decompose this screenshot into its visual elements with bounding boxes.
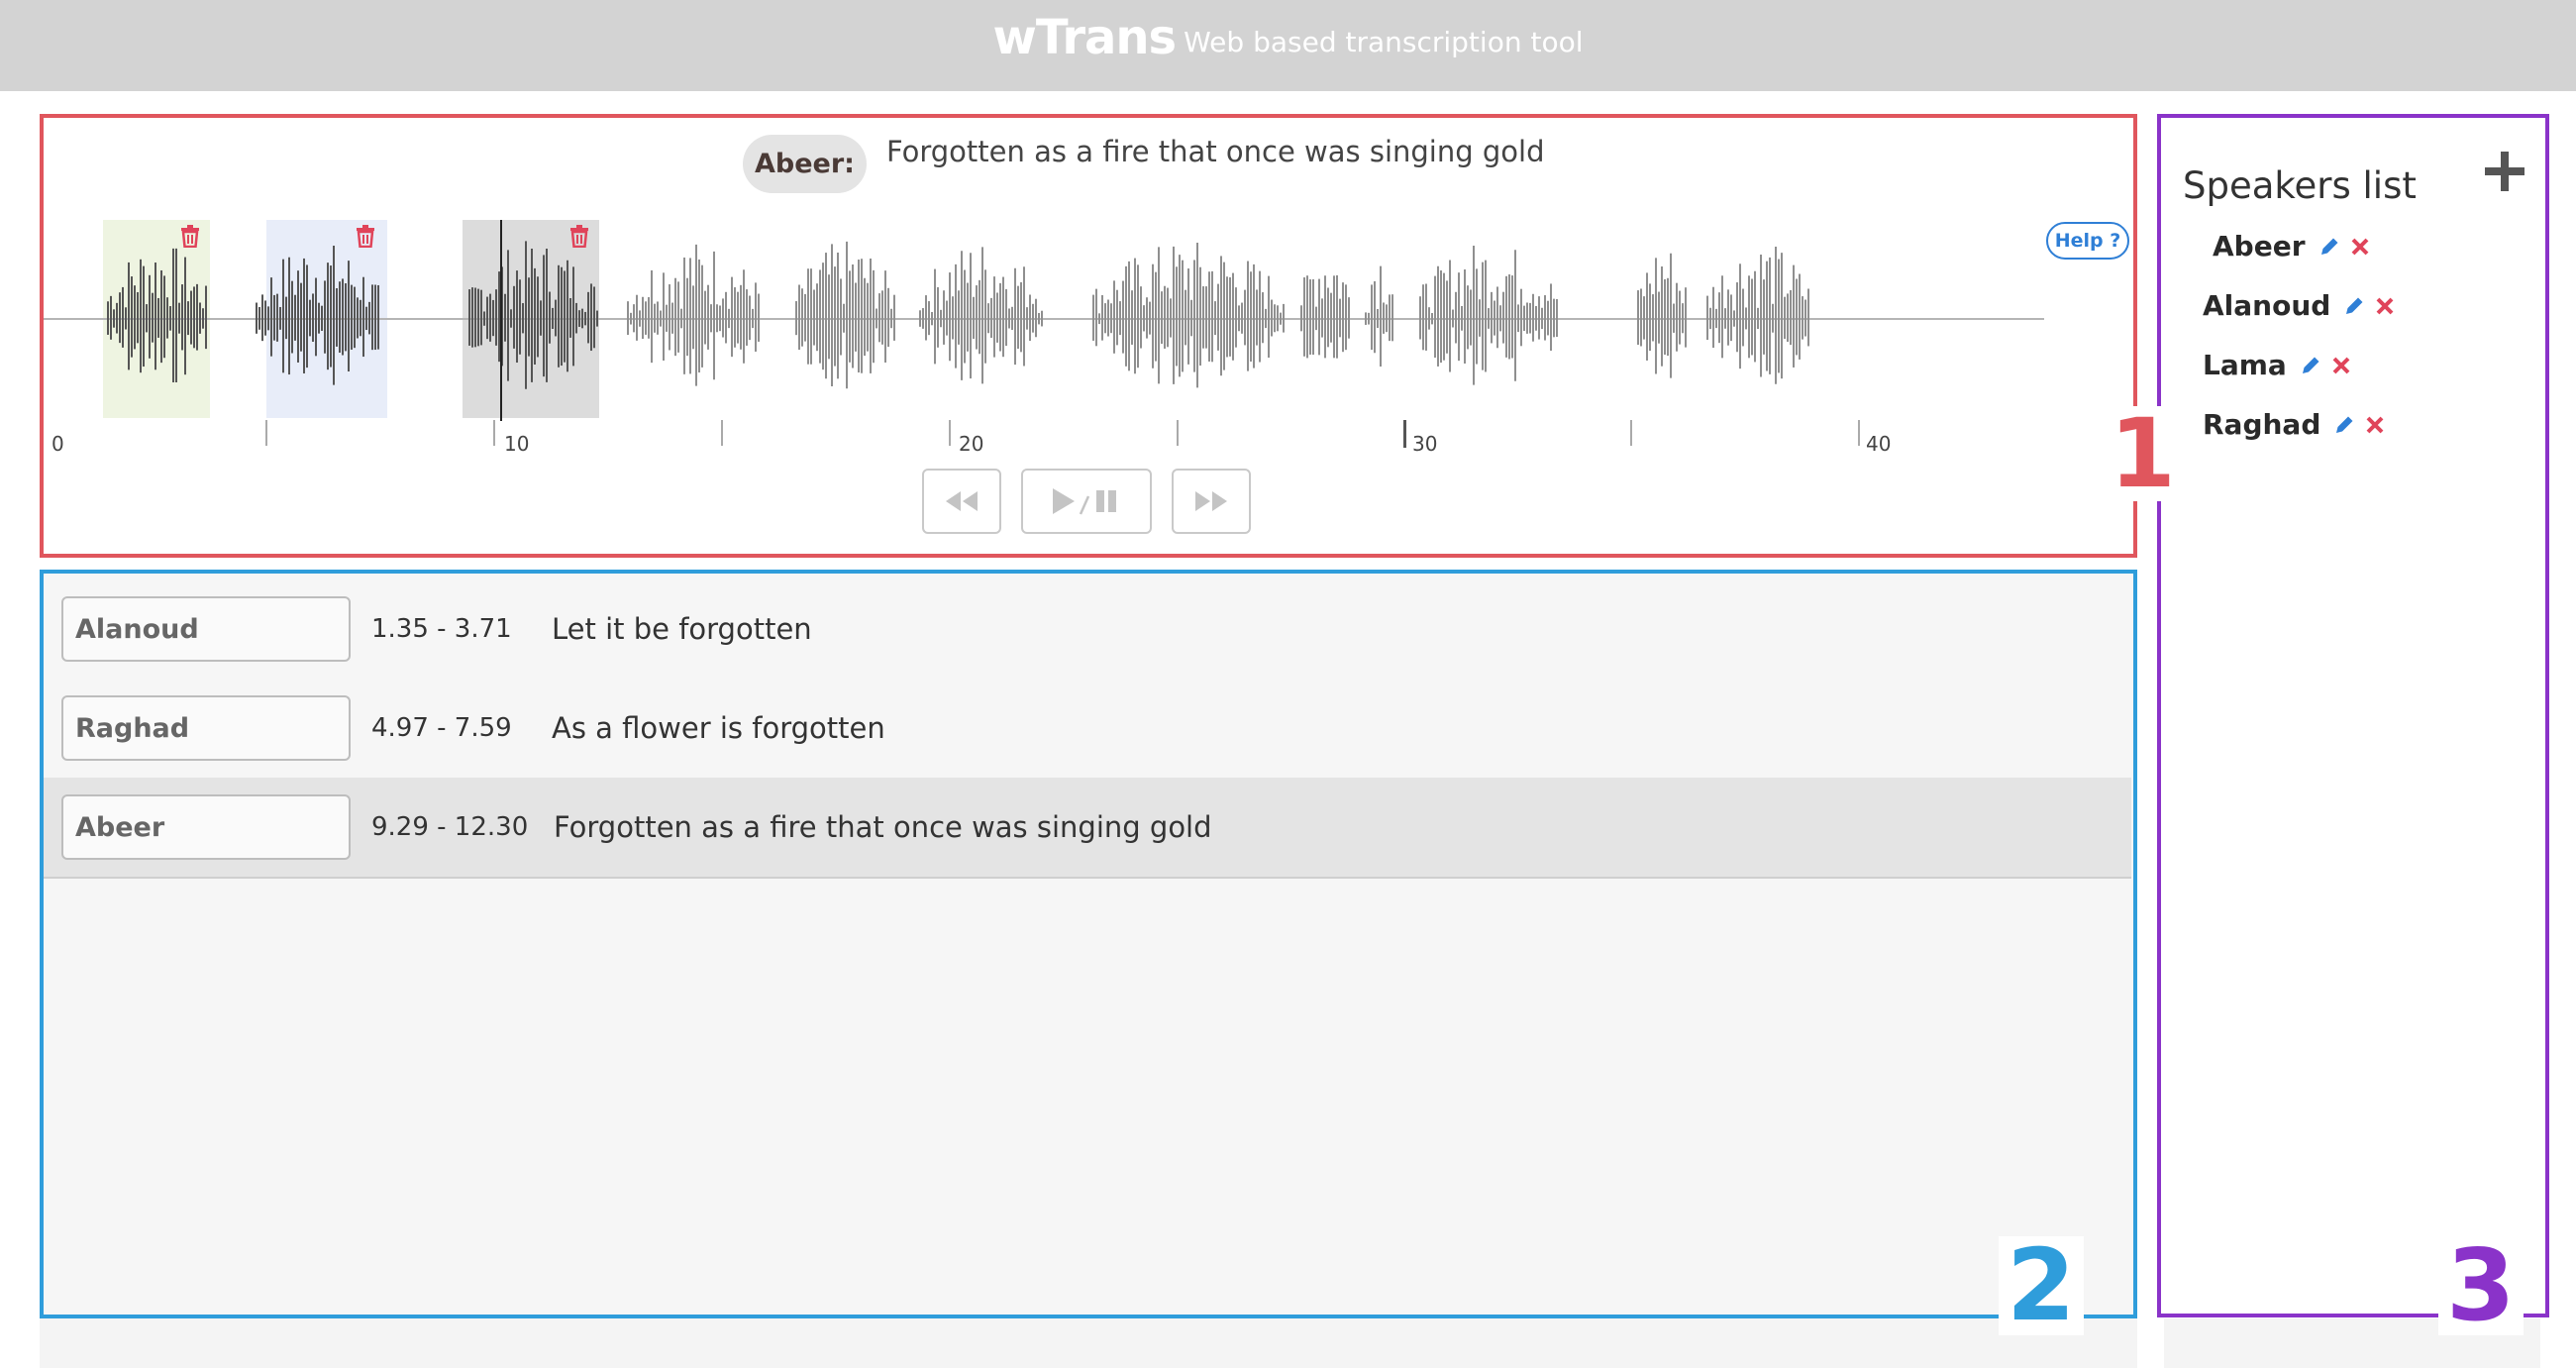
app-brand: wTrans Web based transcription tool xyxy=(0,0,2576,65)
timeline-tick xyxy=(1858,420,1860,446)
timeline-tick xyxy=(493,420,495,446)
segment-text[interactable]: As a flower is forgotten xyxy=(552,711,885,745)
transcript-row-selected[interactable]: Abeer 9.29 - 12.30 Forgotten as a fire t… xyxy=(44,778,2131,879)
pencil-icon[interactable] xyxy=(2342,294,2366,318)
current-line-text: Forgotten as a fire that once was singin… xyxy=(885,135,1545,168)
rewind-button[interactable] xyxy=(922,469,1001,534)
segment-time: 1.35 - 3.71 xyxy=(371,614,512,644)
play-pause-icon xyxy=(1053,488,1116,515)
delete-segment-icon[interactable] xyxy=(179,224,201,253)
speakers-list-title: Speakers list xyxy=(2183,164,2417,207)
timeline-tick xyxy=(1630,420,1632,446)
panel-number-3: 3 xyxy=(2438,1236,2524,1335)
speaker-name: Raghad xyxy=(2203,408,2321,441)
speaker-name: Abeer xyxy=(2213,230,2306,263)
pencil-icon[interactable] xyxy=(2332,413,2356,437)
speaker-item: Lama xyxy=(2203,349,2352,381)
speaker-item: Abeer xyxy=(2213,230,2371,263)
speaker-field[interactable]: Alanoud xyxy=(61,596,351,662)
timeline-label: 20 xyxy=(959,432,984,456)
plus-icon xyxy=(2485,152,2524,191)
delete-segment-icon[interactable] xyxy=(355,224,376,253)
timeline-label: 10 xyxy=(504,432,530,456)
timeline-label: 0 xyxy=(52,432,64,456)
speaker-item: Raghad xyxy=(2203,408,2386,441)
timeline-label: 40 xyxy=(1866,432,1892,456)
close-icon[interactable] xyxy=(2364,414,2386,436)
segment-time: 9.29 - 12.30 xyxy=(371,812,529,842)
close-icon[interactable] xyxy=(2374,295,2396,317)
transcript-footer xyxy=(40,1318,2137,1368)
current-speaker-badge: Abeer: xyxy=(743,134,867,193)
timeline-tick xyxy=(1177,420,1179,446)
segment-text[interactable]: Forgotten as a fire that once was singin… xyxy=(554,810,1212,844)
rewind-icon xyxy=(946,491,978,511)
add-speaker-button[interactable] xyxy=(2480,147,2529,196)
close-icon[interactable] xyxy=(2349,236,2371,258)
transcript-row[interactable]: Raghad 4.97 - 7.59 As a flower is forgot… xyxy=(44,679,2131,778)
close-icon[interactable] xyxy=(2330,355,2352,376)
timeline-label: 30 xyxy=(1412,432,1438,456)
speaker-field[interactable]: Abeer xyxy=(61,794,351,860)
pencil-icon[interactable] xyxy=(2318,235,2341,259)
segment-text[interactable]: Let it be forgotten xyxy=(552,612,812,646)
speaker-name: Alanoud xyxy=(2203,289,2331,322)
timeline-tick xyxy=(1403,420,1406,448)
app-tagline: Web based transcription tool xyxy=(1184,26,1584,58)
play-pause-button[interactable] xyxy=(1021,469,1152,534)
current-line: Abeer: Forgotten as a fire that once was… xyxy=(743,129,1545,198)
timeline-tick xyxy=(265,420,267,446)
app-logo: wTrans xyxy=(992,10,1178,65)
help-button[interactable]: Help ? xyxy=(2046,222,2129,260)
waveform-canvas[interactable] xyxy=(44,208,2044,456)
speaker-name: Lama xyxy=(2203,349,2287,381)
transcript-row[interactable]: Alanoud 1.35 - 3.71 Let it be forgotten xyxy=(44,579,2131,679)
pencil-icon[interactable] xyxy=(2299,354,2322,377)
speaker-field[interactable]: Raghad xyxy=(61,695,351,761)
fast-forward-icon xyxy=(1195,491,1227,511)
fast-forward-button[interactable] xyxy=(1172,469,1251,534)
timeline-tick xyxy=(949,420,951,446)
speaker-item: Alanoud xyxy=(2203,289,2396,322)
delete-segment-icon[interactable] xyxy=(568,224,590,253)
segment-time: 4.97 - 7.59 xyxy=(371,713,512,743)
panel-number-2: 2 xyxy=(1999,1236,2084,1335)
timeline-tick xyxy=(721,420,723,446)
waveform[interactable] xyxy=(44,208,2044,456)
panel-number-1: 1 xyxy=(2108,398,2178,509)
